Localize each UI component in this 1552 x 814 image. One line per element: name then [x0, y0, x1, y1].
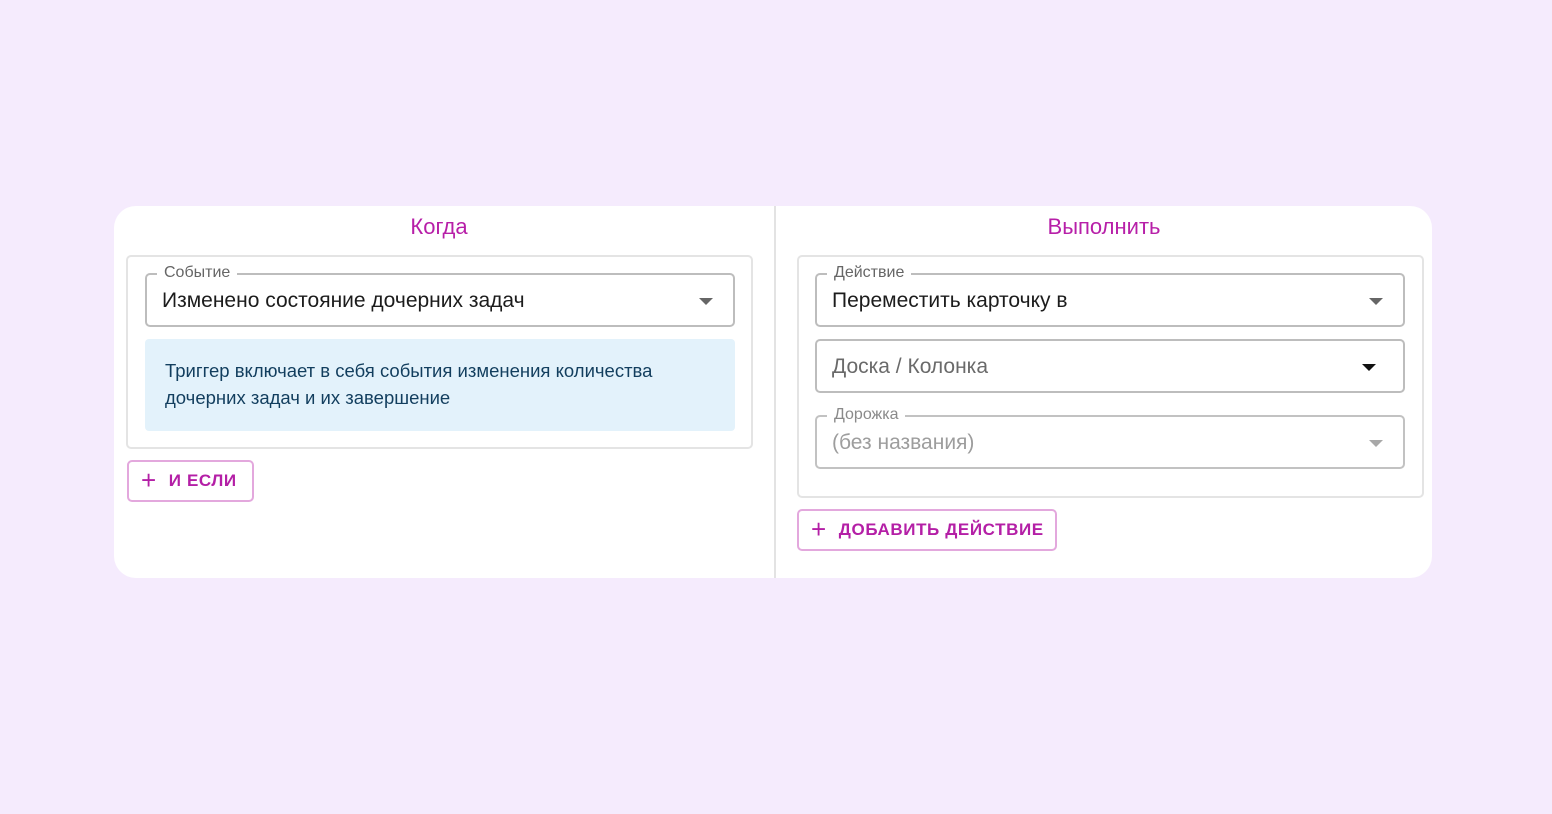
execute-column-title: Выполнить — [1047, 214, 1161, 239]
chevron-down-icon — [1362, 364, 1376, 371]
and-if-button-label: И ЕСЛИ — [168, 471, 237, 490]
plus-icon: + — [811, 514, 827, 544]
event-select-label: Событие — [157, 264, 238, 282]
and-if-button[interactable]: + И ЕСЛИ — [127, 460, 254, 502]
automation-rule-card: Когда Выполнить Событие Изменено состоян… — [114, 206, 1432, 578]
column-divider — [774, 206, 776, 578]
plus-icon: + — [141, 465, 157, 495]
add-action-button-label: ДОБАВИТЬ ДЕЙСТВИЕ — [838, 520, 1044, 539]
lane-select[interactable]: Дорожка (без названия) — [815, 406, 1405, 469]
lane-select-value: (без названия) — [832, 431, 975, 454]
lane-select-label: Дорожка — [827, 406, 906, 424]
action-select-label: Действие — [827, 264, 912, 282]
action-select-value: Переместить карточку в — [832, 289, 1068, 312]
trigger-panel: Событие Изменено состояние дочерних зада… — [126, 255, 753, 449]
board-column-select[interactable]: Доска / Колонка — [815, 339, 1405, 393]
chevron-down-icon — [1369, 440, 1383, 447]
action-select[interactable]: Действие Переместить карточку в — [815, 264, 1405, 327]
action-panel: Действие Переместить карточку в Доска / … — [797, 255, 1424, 498]
event-select[interactable]: Событие Изменено состояние дочерних зада… — [145, 264, 735, 327]
chevron-down-icon — [1369, 298, 1383, 305]
add-action-button[interactable]: + ДОБАВИТЬ ДЕЙСТВИЕ — [797, 509, 1057, 551]
chevron-down-icon — [699, 298, 713, 305]
board-column-placeholder: Доска / Колонка — [832, 355, 989, 378]
event-select-value: Изменено состояние дочерних задач — [162, 289, 525, 312]
when-column-title: Когда — [410, 214, 468, 239]
trigger-info-alert: Триггер включает в себя события изменени… — [145, 339, 735, 431]
